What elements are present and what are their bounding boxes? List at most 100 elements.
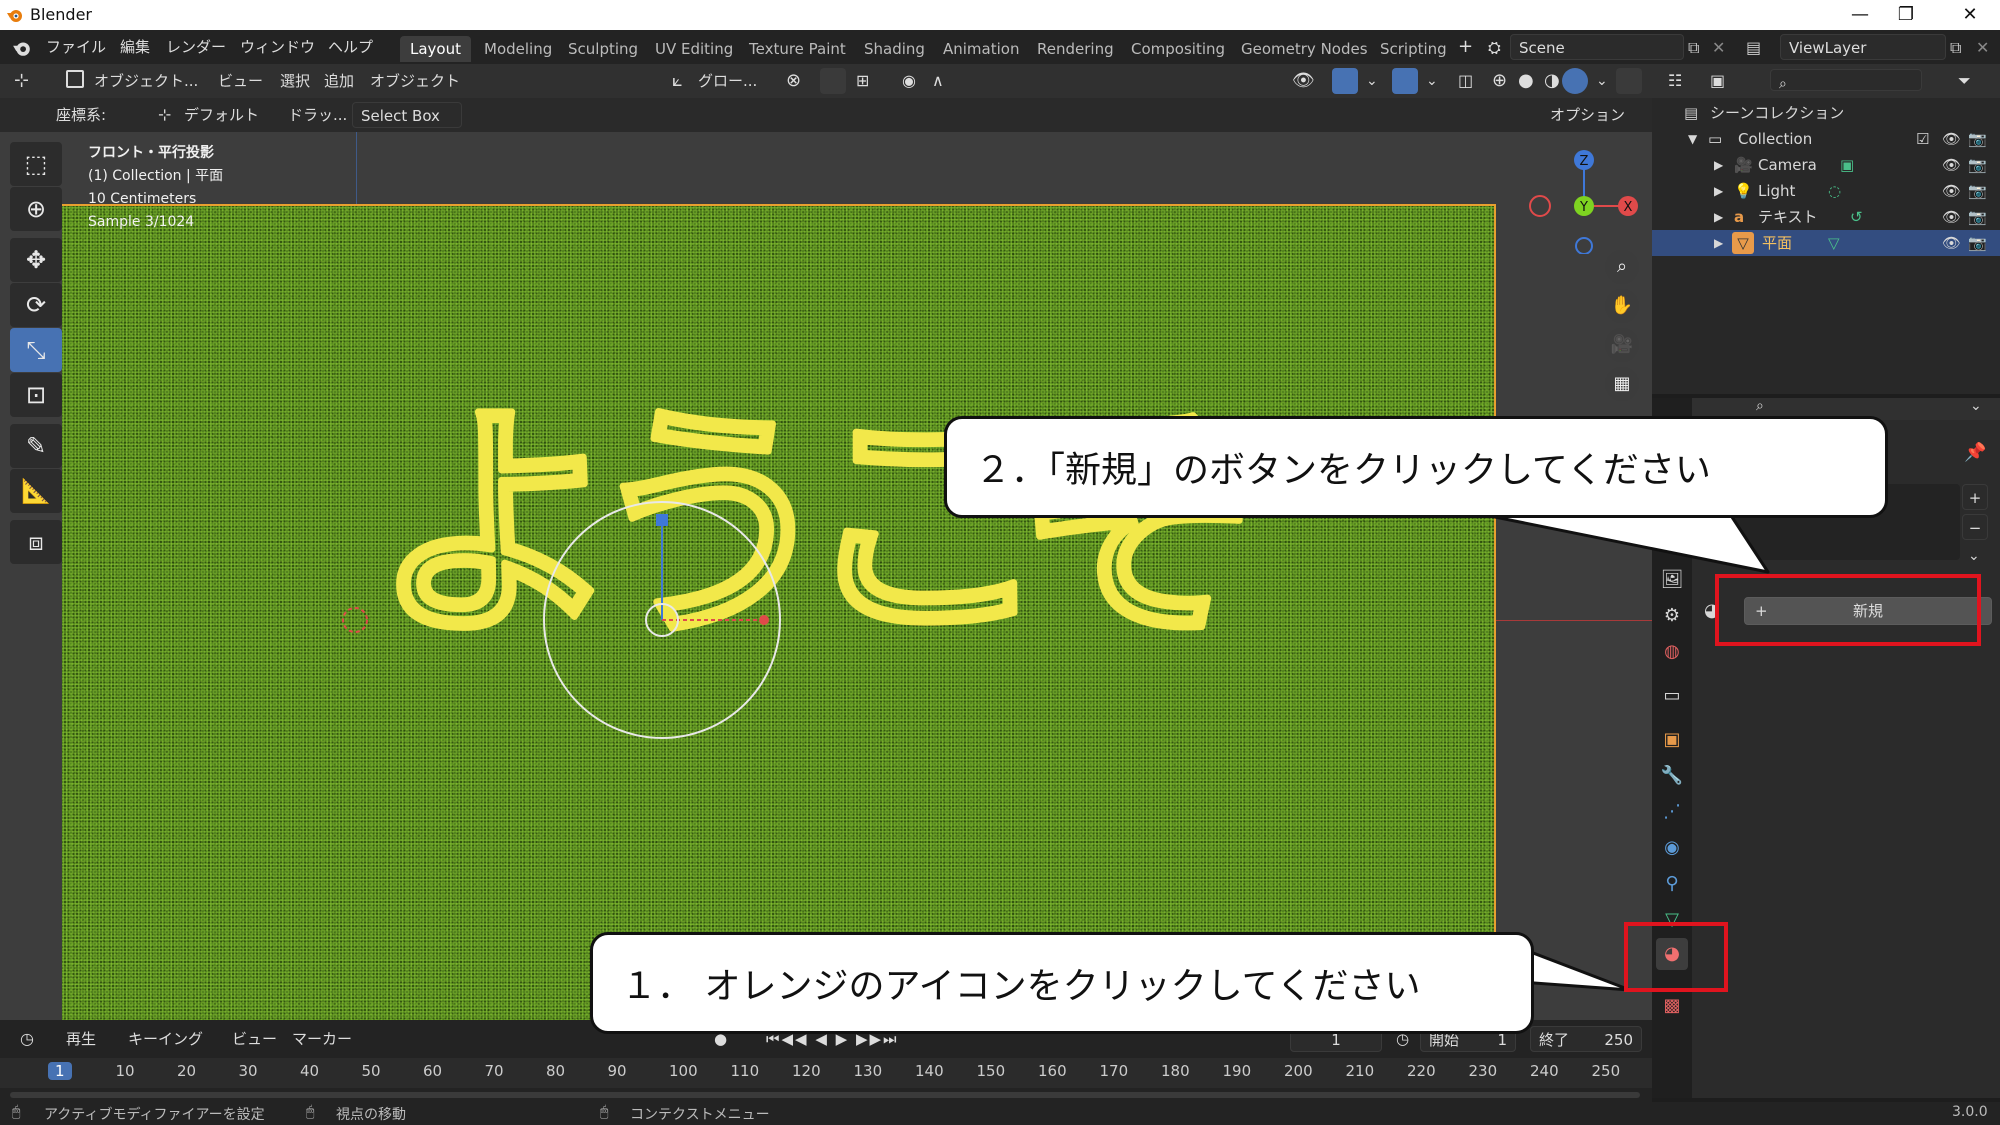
plane-render-icon[interactable]: 📷 xyxy=(1968,230,1987,256)
timeline-scrollbar[interactable] xyxy=(10,1092,1640,1098)
collection-visibility-icon[interactable]: 👁 xyxy=(1942,126,1961,152)
rotate-tool[interactable]: ⟳ xyxy=(10,283,62,327)
minimize-button[interactable]: — xyxy=(1840,2,1880,28)
outliner-row-plane[interactable]: ▶ ▽ 平面 ▽ 👁 📷 xyxy=(1652,230,2000,256)
pan-hand-icon[interactable]: ✋ xyxy=(1605,289,1639,323)
cursor-tool[interactable]: ⊕ xyxy=(10,187,62,231)
pause-render-icon[interactable] xyxy=(1616,68,1642,94)
physics-properties-tab[interactable]: ◉ xyxy=(1656,832,1688,864)
outliner-row-scene-collection[interactable]: ▤ シーンコレクション xyxy=(1652,100,2000,126)
scene-properties-tab[interactable]: ◍ xyxy=(1656,636,1688,668)
outliner-row-text[interactable]: ▶ a テキスト ↺ 👁 📷 xyxy=(1652,204,2000,230)
particles-properties-tab[interactable]: ⋰ xyxy=(1656,796,1688,828)
expand-text-icon[interactable]: ▶ xyxy=(1714,204,1723,230)
gizmo-toggle-icon[interactable] xyxy=(1332,68,1358,94)
expand-plane-icon[interactable]: ▶ xyxy=(1714,230,1723,256)
tab-layout[interactable]: Layout xyxy=(400,36,471,62)
wireframe-shading-icon[interactable]: ⊕ xyxy=(1486,68,1513,94)
rendered-shading-icon[interactable] xyxy=(1562,68,1588,94)
camera-view-icon[interactable]: 🎥 xyxy=(1605,328,1639,362)
expand-camera-icon[interactable]: ▶ xyxy=(1714,152,1723,178)
menu-object[interactable]: オブジェクト xyxy=(364,68,466,94)
outliner-editor-icon[interactable]: ☷ xyxy=(1662,68,1688,94)
copy-viewlayer-icon[interactable]: ⧉ xyxy=(1950,38,1961,58)
transform-orientation-selector[interactable]: グロー... xyxy=(692,68,763,94)
menu-render[interactable]: レンダー xyxy=(160,36,232,58)
measure-tool[interactable]: 📐 xyxy=(10,469,62,513)
select-box-tool[interactable]: ⬚ xyxy=(10,142,62,186)
mesh-data-icon[interactable]: ▽ xyxy=(1828,230,1840,256)
menu-window[interactable]: ウィンドウ xyxy=(234,36,321,58)
collection-properties-tab[interactable]: ▭ xyxy=(1656,680,1688,712)
text-render-icon[interactable]: 📷 xyxy=(1968,204,1987,230)
falloff-icon[interactable]: ∧ xyxy=(926,68,950,94)
tab-texture-paint[interactable]: Texture Paint xyxy=(739,36,856,62)
menu-help[interactable]: ヘルプ xyxy=(322,36,379,58)
remove-material-slot-button[interactable]: − xyxy=(1962,514,1988,540)
texture-properties-tab[interactable]: ▩ xyxy=(1656,990,1688,1022)
copy-scene-icon[interactable]: ⧉ xyxy=(1688,38,1699,58)
options-dropdown[interactable]: オプション xyxy=(1542,102,1640,128)
text-object[interactable]: ようこそ xyxy=(0,132,1652,1020)
tab-uv-editing[interactable]: UV Editing xyxy=(645,36,743,62)
light-data-icon[interactable]: ◌ xyxy=(1828,178,1841,204)
editor-type-icon[interactable]: ⊹ xyxy=(8,68,35,94)
end-frame-field[interactable]: 終了 250 xyxy=(1530,1026,1642,1052)
outliner-row-collection[interactable]: ▼ ▭ Collection ☑ 👁 📷 xyxy=(1652,126,2000,152)
pivot-point-icon[interactable]: ⊗ xyxy=(780,68,807,94)
menu-select[interactable]: 選択 xyxy=(274,68,316,94)
blender-menu-icon[interactable] xyxy=(12,38,32,58)
add-cube-tool[interactable]: ⧈ xyxy=(10,520,62,564)
tab-compositing[interactable]: Compositing xyxy=(1121,36,1235,62)
menu-keying[interactable]: キーイング xyxy=(122,1026,209,1052)
menu-add[interactable]: 追加 xyxy=(318,68,360,94)
gizmo-dropdown-icon[interactable]: ⌄ xyxy=(1360,68,1384,94)
properties-options-icon[interactable]: ⌄ xyxy=(1970,398,1982,414)
text-visibility-icon[interactable]: 👁 xyxy=(1942,204,1961,230)
proportional-edit-icon[interactable]: ◉ xyxy=(896,68,922,94)
tab-rendering[interactable]: Rendering xyxy=(1027,36,1124,62)
transform-tool[interactable]: ⊡ xyxy=(10,373,62,417)
outliner-search-input[interactable]: ⌕ xyxy=(1770,69,1922,92)
drag-selector[interactable]: Select Box xyxy=(352,102,462,128)
y-axis-handle-tip[interactable] xyxy=(656,514,668,526)
tab-modeling[interactable]: Modeling xyxy=(474,36,562,62)
pin-icon[interactable]: 📌 xyxy=(1964,442,1986,463)
camera-visibility-icon[interactable]: 👁 xyxy=(1942,152,1961,178)
zoom-icon[interactable]: ⌕ xyxy=(1605,250,1639,284)
overlay-toggle-icon[interactable] xyxy=(1392,68,1418,94)
viewlayer-selector[interactable]: ViewLayer xyxy=(1780,34,1946,60)
text-data-icon[interactable]: ↺ xyxy=(1850,204,1863,230)
light-visibility-icon[interactable]: 👁 xyxy=(1942,178,1961,204)
tab-geometry-nodes[interactable]: Geometry Nodes xyxy=(1231,36,1378,62)
timeline-editor-icon[interactable]: ◷ xyxy=(14,1026,40,1052)
outliner-row-light[interactable]: ▶ 💡 Light ◌ 👁 📷 xyxy=(1652,178,2000,204)
expand-collection-icon[interactable]: ▼ xyxy=(1688,126,1697,152)
overlay-dropdown-icon[interactable]: ⌄ xyxy=(1420,68,1444,94)
coord-selector[interactable]: デフォルト xyxy=(176,102,276,128)
collection-checkbox[interactable]: ☑ xyxy=(1916,126,1929,152)
menu-view[interactable]: ビュー xyxy=(212,68,269,94)
object-properties-tab[interactable]: ▣ xyxy=(1656,724,1688,756)
annotate-tool[interactable]: ✎ xyxy=(10,424,62,468)
constraint-properties-tab[interactable]: ⚲ xyxy=(1656,868,1688,900)
move-tool[interactable]: ✥ xyxy=(10,238,62,282)
scale-tool[interactable]: ⤡ xyxy=(10,328,62,372)
mode-selector[interactable]: オブジェクト... xyxy=(88,68,204,94)
camera-render-icon[interactable]: 📷 xyxy=(1968,152,1987,178)
menu-file[interactable]: ファイル xyxy=(40,36,112,58)
properties-search-icon[interactable]: ⌕ xyxy=(1756,398,1764,414)
close-button[interactable]: ✕ xyxy=(1950,2,1990,28)
remove-scene-icon[interactable]: ✕ xyxy=(1712,38,1725,57)
display-mode-icon[interactable]: ▣ xyxy=(1704,68,1731,94)
tab-sculpting[interactable]: Sculpting xyxy=(558,36,648,62)
ortho-toggle-icon[interactable]: ▦ xyxy=(1605,367,1639,401)
visibility-icon[interactable]: 👁 xyxy=(1286,68,1321,94)
snap-target-icon[interactable]: ⊞ xyxy=(850,68,875,94)
plane-visibility-icon[interactable]: 👁 xyxy=(1942,230,1961,256)
restore-button[interactable]: ❐ xyxy=(1886,2,1926,28)
modifier-properties-tab[interactable]: 🔧 xyxy=(1656,760,1688,792)
x-axis-handle-tip[interactable] xyxy=(759,615,769,625)
add-workspace-button[interactable]: + xyxy=(1452,36,1479,58)
add-material-slot-button[interactable]: + xyxy=(1962,484,1988,510)
